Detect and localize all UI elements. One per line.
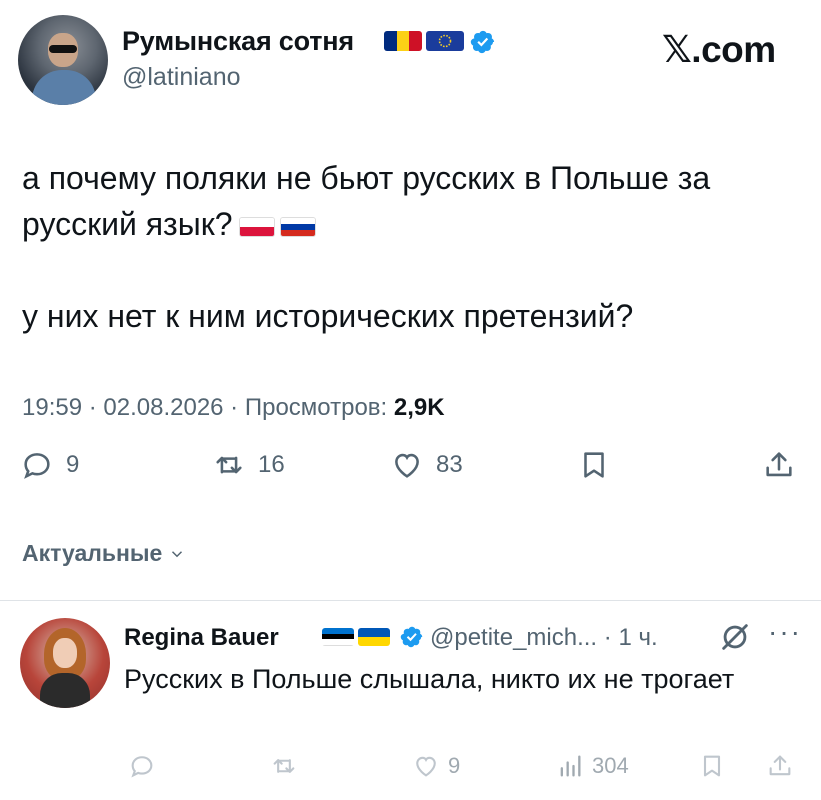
more-options-icon[interactable]: ··· <box>768 616 802 648</box>
russia-flag-icon <box>279 216 316 237</box>
tweet-paragraph-1: а почему поляки не бьют русских в Польше… <box>22 155 802 247</box>
share-icon <box>769 755 791 776</box>
reply-handle-time: @petite_mich... · 1 ч. <box>430 624 658 652</box>
reply-like-button[interactable]: 9 <box>412 752 460 780</box>
reply-icon <box>24 453 50 479</box>
tweet-text: а почему поляки не бьют русских в Польше… <box>22 155 802 339</box>
reply-share-button[interactable] <box>766 752 794 780</box>
bookmark-button[interactable] <box>577 448 611 482</box>
reply-author-name[interactable]: Regina Bauer <box>124 624 279 652</box>
estonia-flag-icon <box>322 628 354 646</box>
meta-separator: · <box>223 394 245 421</box>
tweet-time[interactable]: 19:59 <box>22 394 82 421</box>
views-label: Просмотров: <box>244 394 388 421</box>
romania-flag-icon <box>384 31 422 51</box>
heart-icon <box>395 453 419 478</box>
tweet-actions: 9 16 83 <box>0 448 821 494</box>
reply-text: Русских в Польше слышала, никто их не тр… <box>124 664 735 694</box>
chevron-down-icon <box>172 550 183 557</box>
meta-separator: · <box>82 394 104 421</box>
verified-badge-icon <box>400 626 423 648</box>
author-avatar[interactable] <box>18 15 108 105</box>
author-handle[interactable]: @latiniano <box>122 63 241 92</box>
x-logo: 𝕏.com <box>662 29 776 70</box>
avatar-face <box>53 638 77 668</box>
reply-views-button[interactable]: 304 <box>556 752 629 780</box>
repost-icon <box>273 759 295 773</box>
grok-icon[interactable] <box>718 620 752 654</box>
tweet-meta: 19:59 · 02.08.2026 · Просмотров: 2,9K <box>22 394 445 422</box>
reply-views-count: 304 <box>592 753 629 778</box>
reply-reply-button[interactable] <box>128 752 156 780</box>
author-name[interactable]: Румынская сотня <box>122 26 354 57</box>
share-icon <box>766 452 792 477</box>
reply-flags <box>322 628 390 646</box>
author-flags <box>384 31 464 51</box>
tweet-date[interactable]: 02.08.2026 <box>103 394 223 421</box>
tweet-line-1: а почему поляки не бьют русских в Польше… <box>22 160 711 242</box>
divider <box>0 600 821 601</box>
reply-avatar[interactable] <box>20 618 110 708</box>
avatar-shirt <box>32 70 96 105</box>
bookmark-icon <box>584 452 604 478</box>
replies-sort-label: Актуальные <box>22 540 163 566</box>
reply-bookmark-button[interactable] <box>698 752 726 780</box>
tweet-line-2: у них нет к ним исторических претензий? <box>22 298 634 334</box>
verified-badge-icon <box>470 30 495 54</box>
poland-flag-icon <box>238 216 275 237</box>
views-count: 2,9K <box>393 394 445 421</box>
repost-button[interactable]: 16 <box>212 448 285 482</box>
reply-actions: 9 304 <box>0 752 821 788</box>
like-button[interactable]: 83 <box>390 448 463 482</box>
ukraine-flag-icon <box>358 628 390 646</box>
reply-repost-button[interactable] <box>270 752 298 780</box>
repost-icon <box>216 456 242 474</box>
views-chart-icon <box>560 755 581 777</box>
avatar-body <box>40 673 90 708</box>
eu-flag-icon <box>426 31 464 51</box>
repost-count: 16 <box>258 451 285 478</box>
avatar-sunglasses <box>49 45 77 53</box>
bookmark-icon <box>703 755 721 777</box>
like-count: 83 <box>436 451 463 478</box>
replies-sort-dropdown[interactable]: Актуальные <box>22 540 186 567</box>
share-button[interactable] <box>762 448 796 482</box>
reply-button[interactable]: 9 <box>20 448 79 482</box>
reply-count: 9 <box>66 451 80 478</box>
reply-icon <box>131 756 153 778</box>
reply-like-count: 9 <box>448 753 461 778</box>
tweet-flags <box>238 216 316 237</box>
reply-handle[interactable]: @petite_mich... <box>430 624 597 651</box>
reply-time[interactable]: · 1 ч. <box>604 624 658 651</box>
heart-icon <box>416 756 436 777</box>
